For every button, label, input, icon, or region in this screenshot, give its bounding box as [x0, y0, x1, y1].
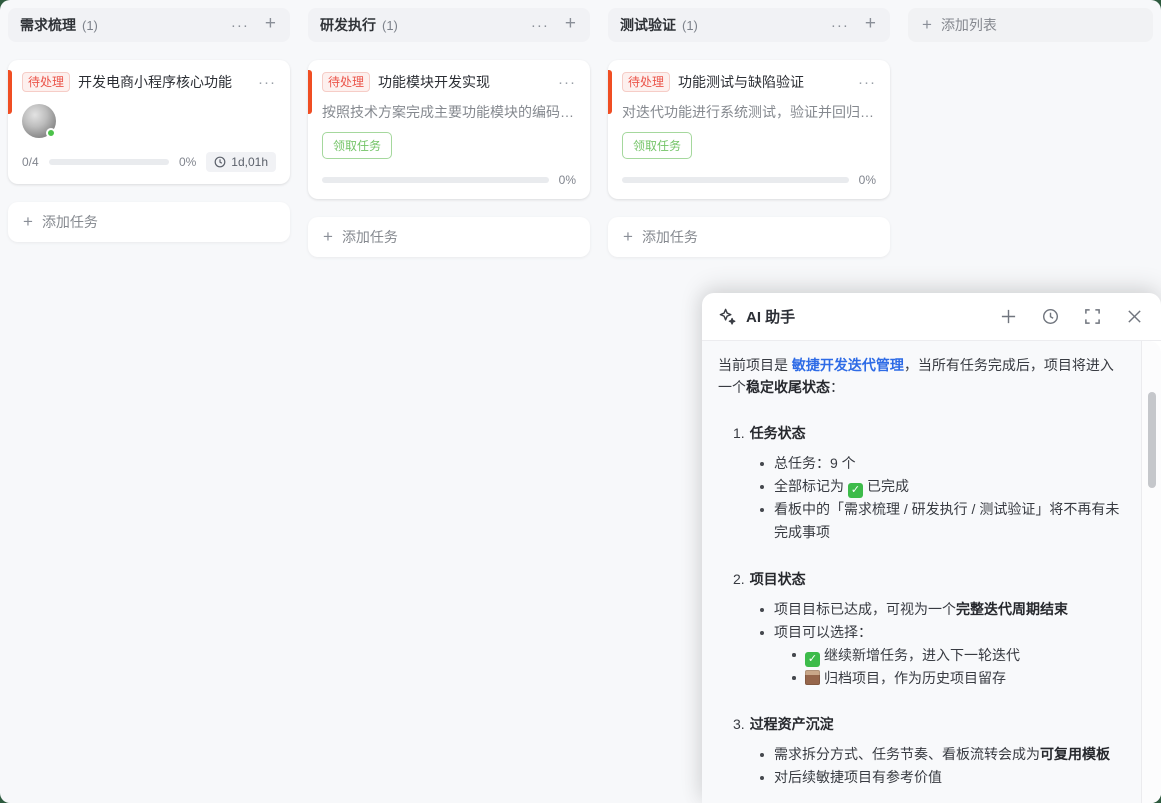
progress-bar — [622, 177, 849, 183]
card-accent-bar — [608, 70, 612, 114]
bullet-item: 看板中的「需求梳理 / 研发执行 / 测试验证」将不再有未完成事项 — [760, 498, 1121, 544]
column-header: 需求梳理 (1) ··· + — [8, 8, 290, 42]
ai-panel-title: AI 助手 — [746, 309, 796, 326]
claim-task-button[interactable]: 领取任务 — [622, 132, 693, 159]
column-more-icon[interactable]: ··· — [825, 17, 855, 34]
add-task-label: 添加任务 — [341, 229, 398, 245]
section-heading: 任务状态 — [749, 425, 806, 441]
clock-icon — [214, 156, 226, 168]
online-status-dot — [46, 128, 56, 138]
column-add-icon[interactable]: + — [255, 13, 278, 37]
column-more-icon[interactable]: ··· — [225, 17, 255, 34]
package-emoji — [805, 670, 820, 685]
intro-text: ： — [830, 379, 844, 395]
add-list-button[interactable]: + 添加列表 — [908, 8, 1153, 42]
plus-icon: + — [922, 15, 932, 34]
add-task-button[interactable]: + 添加任务 — [8, 202, 290, 242]
check-emoji: ✓ — [848, 483, 863, 498]
card-description: 按照技术方案完成主要功能模块的编码… — [322, 104, 574, 120]
card-title: 开发电商小程序核心功能 — [78, 74, 233, 90]
duration-pill: 1d,01h — [206, 152, 276, 172]
section-project-status: 2. 项目状态 项目目标已达成，可视为一个完整迭代周期结束 项目可以选择： ✓ 继… — [718, 568, 1121, 689]
column-add-icon[interactable]: + — [555, 13, 578, 37]
bullet-item: 项目可以选择： ✓ 继续新增任务，进入下一轮迭代 归档项目，作为历史项目留存 — [760, 621, 1121, 689]
status-badge: 待处理 — [22, 72, 71, 92]
progress-percent: 0% — [558, 173, 576, 187]
check-emoji: ✓ — [805, 652, 820, 667]
progress-percent: 0% — [178, 155, 197, 169]
claim-task-button[interactable]: 领取任务 — [322, 132, 393, 159]
ai-sparkle-icon — [719, 308, 736, 325]
column-testing: 测试验证 (1) ··· + 待处理 功能测试与缺陷验证 ··· 对迭代功能进行… — [608, 8, 890, 257]
bullet-item: 总任务：9 个 — [760, 452, 1121, 475]
add-task-label: 添加任务 — [641, 229, 698, 245]
card-more-icon[interactable]: ··· — [550, 74, 576, 91]
card-accent-bar — [308, 70, 312, 114]
card-accent-bar — [8, 70, 12, 114]
progress-bar — [322, 177, 549, 183]
section-process-assets: 3. 过程资产沉淀 需求拆分方式、任务节奏、看板流转会成为可复用模板 对后续敏捷… — [718, 713, 1121, 789]
column-title: 测试验证 — [620, 17, 676, 33]
section-number: 3. — [733, 716, 745, 732]
bullet-item: 需求拆分方式、任务节奏、看板流转会成为可复用模板 — [760, 743, 1121, 766]
progress-percent: 0% — [858, 173, 876, 187]
column-requirements: 需求梳理 (1) ··· + 待处理 开发电商小程序核心功能 ··· 0/4 0… — [8, 8, 290, 242]
ai-panel-header: AI 助手 — [702, 293, 1161, 341]
status-badge: 待处理 — [622, 72, 671, 92]
intro-text: 当前项目是 — [718, 357, 792, 373]
ai-message-body: 当前项目是 敏捷开发迭代管理，当所有任务完成后，项目将进入一个稳定收尾状态： 1… — [702, 341, 1141, 803]
new-chat-icon[interactable] — [1000, 308, 1017, 325]
column-title: 研发执行 — [320, 17, 376, 33]
scrollbar-thumb[interactable] — [1148, 392, 1156, 488]
history-icon[interactable] — [1042, 308, 1059, 325]
column-count: (1) — [382, 17, 398, 33]
plus-icon: + — [323, 227, 333, 246]
column-add-icon[interactable]: + — [855, 13, 878, 37]
ai-intro-paragraph: 当前项目是 敏捷开发迭代管理，当所有任务完成后，项目将进入一个稳定收尾状态： — [718, 354, 1121, 398]
card-description: 对迭代功能进行系统测试，验证并回归… — [622, 104, 874, 120]
kanban-app: 需求梳理 (1) ··· + 待处理 开发电商小程序核心功能 ··· 0/4 0… — [0, 0, 1161, 803]
card-more-icon[interactable]: ··· — [250, 74, 276, 91]
bullet-item: 项目目标已达成，可视为一个完整迭代周期结束 — [760, 598, 1121, 621]
expand-icon[interactable] — [1084, 308, 1101, 325]
add-list-label: 添加列表 — [940, 17, 997, 33]
add-task-label: 添加任务 — [41, 214, 98, 230]
task-card[interactable]: 待处理 功能测试与缺陷验证 ··· 对迭代功能进行系统测试，验证并回归… 领取任… — [608, 60, 890, 199]
section-heading: 项目状态 — [749, 571, 806, 587]
add-task-button[interactable]: + 添加任务 — [308, 217, 590, 257]
section-heading: 过程资产沉淀 — [749, 716, 834, 732]
column-more-icon[interactable]: ··· — [525, 17, 555, 34]
section-number: 2. — [733, 571, 745, 587]
intro-bold: 稳定收尾状态 — [746, 379, 830, 395]
column-development: 研发执行 (1) ··· + 待处理 功能模块开发实现 ··· 按照技术方案完成… — [308, 8, 590, 257]
close-icon[interactable] — [1126, 308, 1143, 325]
sub-bullet-item: 归档项目，作为历史项目留存 — [792, 667, 1121, 689]
column-count: (1) — [682, 17, 698, 33]
progress-bar — [48, 159, 169, 165]
section-number: 1. — [733, 425, 745, 441]
task-card[interactable]: 待处理 功能模块开发实现 ··· 按照技术方案完成主要功能模块的编码… 领取任务… — [308, 60, 590, 199]
column-title: 需求梳理 — [20, 17, 76, 33]
scrollbar-track[interactable] — [1141, 341, 1161, 803]
sub-bullet-item: ✓ 继续新增任务，进入下一轮迭代 — [792, 644, 1121, 667]
assignee-row — [22, 104, 276, 138]
subtask-count: 0/4 — [22, 155, 39, 169]
bullet-item: 对后续敏捷项目有参考价值 — [760, 766, 1121, 789]
column-header: 研发执行 (1) ··· + — [308, 8, 590, 42]
task-card[interactable]: 待处理 开发电商小程序核心功能 ··· 0/4 0% 1d,01h — [8, 60, 290, 184]
column-count: (1) — [82, 17, 98, 33]
plus-icon: + — [23, 212, 33, 231]
card-title: 功能模块开发实现 — [378, 74, 491, 90]
card-title: 功能测试与缺陷验证 — [678, 74, 805, 90]
column-header: 测试验证 (1) ··· + — [608, 8, 890, 42]
card-more-icon[interactable]: ··· — [850, 74, 876, 91]
status-badge: 待处理 — [322, 72, 371, 92]
plus-icon: + — [623, 227, 633, 246]
ai-assistant-panel: AI 助手 当前项目是 敏捷开发迭代管理，当所有任务完成后，项目将进入一个稳定收… — [702, 293, 1161, 803]
project-link[interactable]: 敏捷开发迭代管理 — [792, 357, 904, 373]
bullet-item: 全部标记为 ✓ 已完成 — [760, 475, 1121, 498]
section-task-status: 1. 任务状态 总任务：9 个 全部标记为 ✓ 已完成 看板中的「需求梳理 / 研发… — [718, 422, 1121, 544]
duration-label: 1d,01h — [231, 155, 268, 169]
add-task-button[interactable]: + 添加任务 — [608, 217, 890, 257]
